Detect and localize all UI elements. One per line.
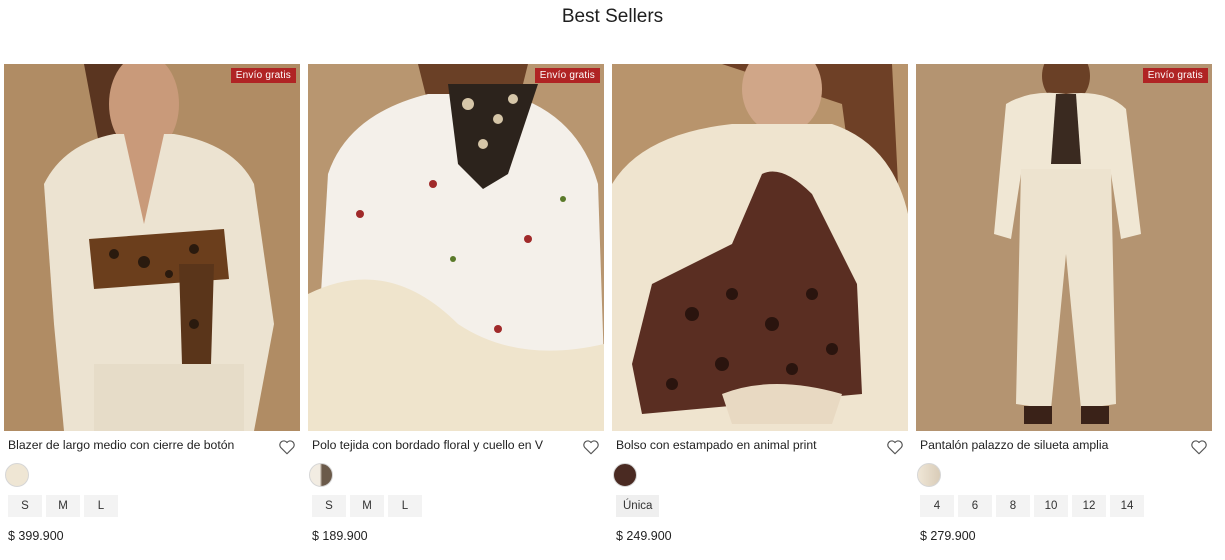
product-price: $ 279.900	[920, 529, 976, 543]
size-option[interactable]: L	[84, 495, 118, 517]
product-photo-bag	[612, 64, 908, 431]
size-option[interactable]: S	[312, 495, 346, 517]
size-option[interactable]: 10	[1034, 495, 1068, 517]
size-options: Única	[616, 495, 660, 517]
size-options: 4 6 8 10 12 14	[920, 495, 1144, 517]
product-image[interactable]: Envío gratis	[308, 64, 604, 431]
product-photo-polo	[308, 64, 604, 431]
size-options: S M L	[8, 495, 118, 517]
size-option[interactable]: 8	[996, 495, 1030, 517]
product-price: $ 399.900	[8, 529, 64, 543]
product-image[interactable]	[612, 64, 908, 431]
free-shipping-badge: Envío gratis	[534, 68, 600, 83]
favorite-heart-icon[interactable]	[1190, 438, 1208, 456]
size-option[interactable]: S	[8, 495, 42, 517]
size-option[interactable]: M	[46, 495, 80, 517]
color-swatch[interactable]	[917, 463, 941, 487]
color-swatch[interactable]	[613, 463, 637, 487]
size-option[interactable]: 14	[1110, 495, 1144, 517]
size-options: S M L	[312, 495, 422, 517]
product-card-polo[interactable]: Envío gratis Polo tejida con bordado flo…	[308, 64, 604, 543]
product-price: $ 249.900	[616, 529, 672, 543]
size-option[interactable]: 6	[958, 495, 992, 517]
free-shipping-badge: Envío gratis	[230, 68, 296, 83]
size-option[interactable]: Única	[616, 495, 660, 517]
product-card-blazer[interactable]: Envío gratis Blazer de largo medio con c…	[4, 64, 300, 543]
favorite-heart-icon[interactable]	[582, 438, 600, 456]
product-photo-pants	[916, 64, 1212, 431]
product-card-pants[interactable]: Envío gratis Pantalón palazzo de silueta…	[916, 64, 1212, 543]
product-card-bag[interactable]: Bolso con estampado en animal print Únic…	[612, 64, 908, 543]
color-swatch[interactable]	[5, 463, 29, 487]
size-option[interactable]: M	[350, 495, 384, 517]
section-title: Best Sellers	[561, 6, 664, 27]
size-option[interactable]: 4	[920, 495, 954, 517]
product-image[interactable]: Envío gratis	[4, 64, 300, 431]
color-swatch[interactable]	[309, 463, 333, 487]
product-image[interactable]: Envío gratis	[916, 64, 1212, 431]
free-shipping-badge: Envío gratis	[1142, 68, 1208, 83]
size-option[interactable]: 12	[1072, 495, 1106, 517]
product-name[interactable]: Polo tejida con bordado floral y cuello …	[312, 438, 572, 452]
product-photo-blazer	[4, 64, 300, 431]
size-option[interactable]: L	[388, 495, 422, 517]
favorite-heart-icon[interactable]	[886, 438, 904, 456]
favorite-heart-icon[interactable]	[278, 438, 296, 456]
product-price: $ 189.900	[312, 529, 368, 543]
product-name[interactable]: Bolso con estampado en animal print	[616, 438, 876, 452]
product-name[interactable]: Pantalón palazzo de silueta amplia	[920, 438, 1180, 452]
product-name[interactable]: Blazer de largo medio con cierre de botó…	[8, 438, 268, 452]
